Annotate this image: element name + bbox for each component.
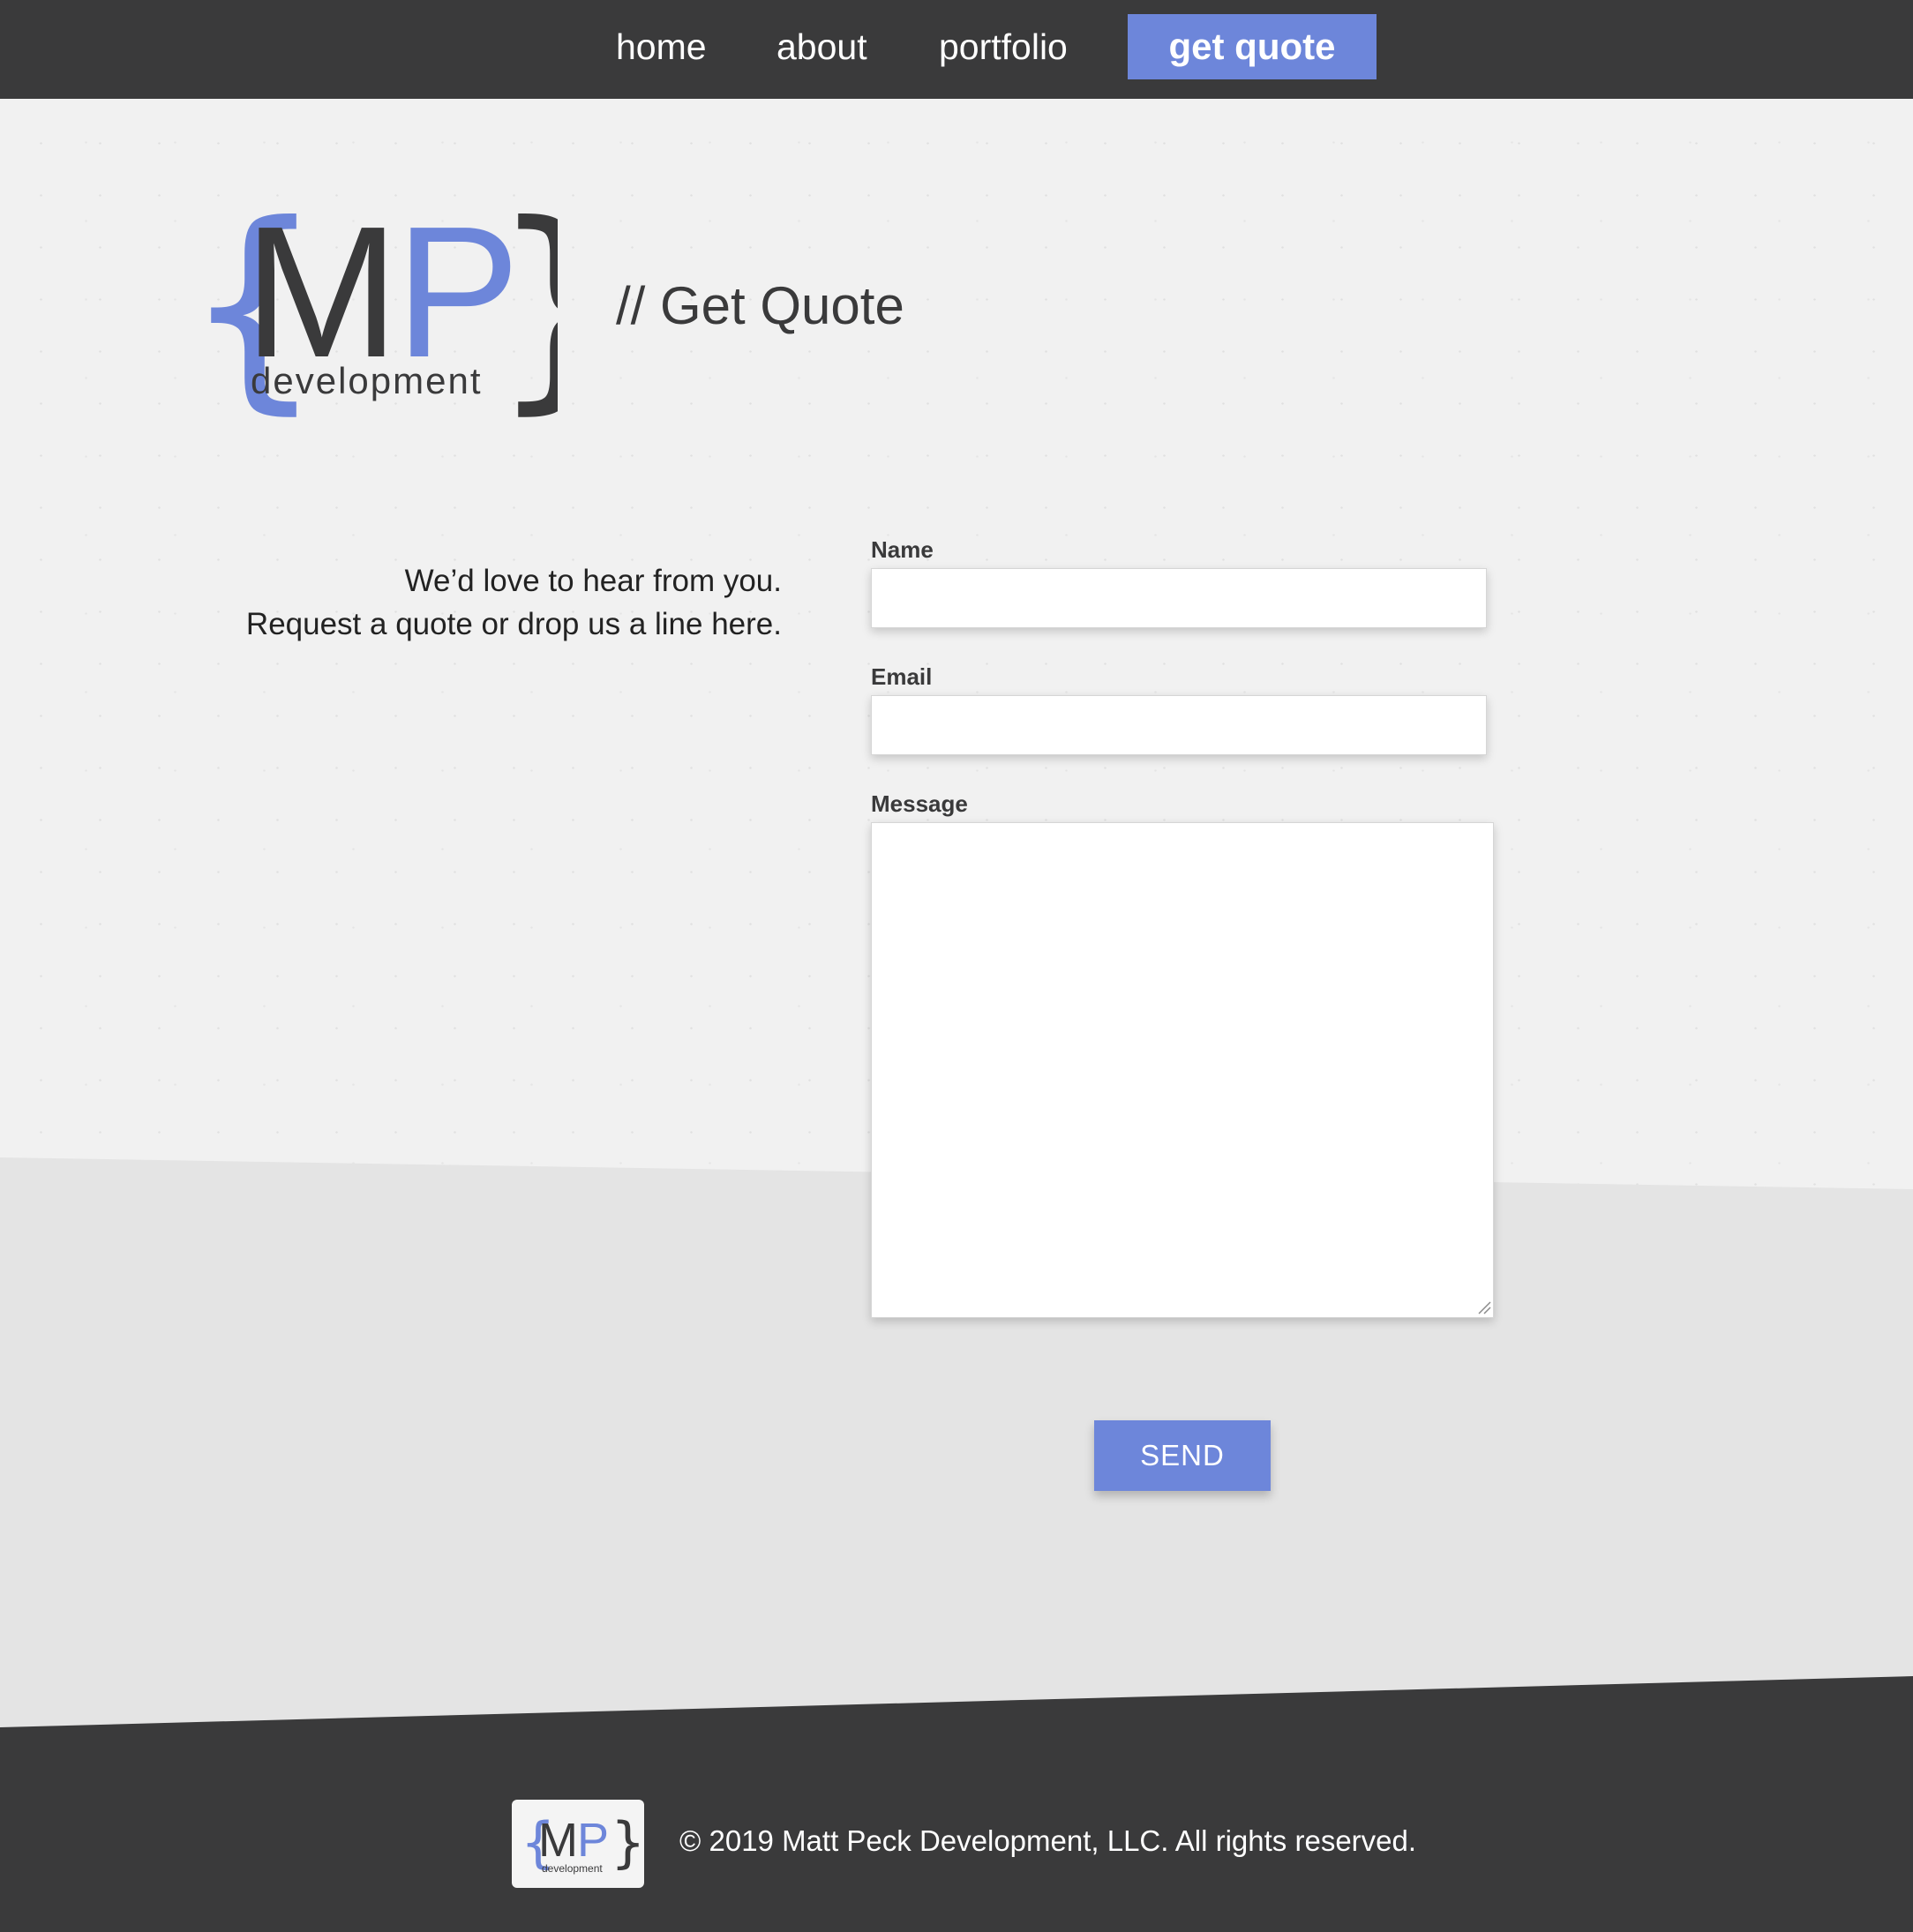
message-textarea[interactable] [871,822,1494,1318]
nav-home-link[interactable]: home [616,25,707,69]
footer-copyright: © 2019 Matt Peck Development, LLC. All r… [679,1824,1417,1857]
top-navigation: home about portfolio get quote [0,0,1913,99]
name-input[interactable] [871,568,1487,628]
message-label: Message [871,790,968,817]
intro-line-2: Request a quote or drop us a line here. [245,607,782,641]
footer-logo-wordmark: development [542,1862,603,1875]
nav-get-quote-button[interactable]: get quote [1128,14,1377,79]
nav-portfolio-link[interactable]: portfolio [939,25,1068,69]
resize-handle-icon[interactable] [1477,1300,1491,1314]
nav-about-link[interactable]: about [776,25,867,69]
footer-logo-right-brace: } [611,1810,644,1875]
email-label: Email [871,663,933,690]
footer-logo-letter-p: P [577,1814,609,1867]
logo-wordmark: development [251,360,483,401]
mp-development-logo: { } M P development [196,189,558,418]
intro-text: We’d love to hear from you. Request a qu… [176,559,782,646]
intro-line-1: We’d love to hear from you. [404,564,782,598]
send-button[interactable]: SEND [1094,1420,1271,1491]
footer-logo: { } M P development [512,1800,644,1888]
footer-logo-letter-m: M [538,1814,578,1867]
page-title: // Get Quote [616,276,904,335]
name-label: Name [871,536,934,563]
email-input[interactable] [871,695,1487,755]
